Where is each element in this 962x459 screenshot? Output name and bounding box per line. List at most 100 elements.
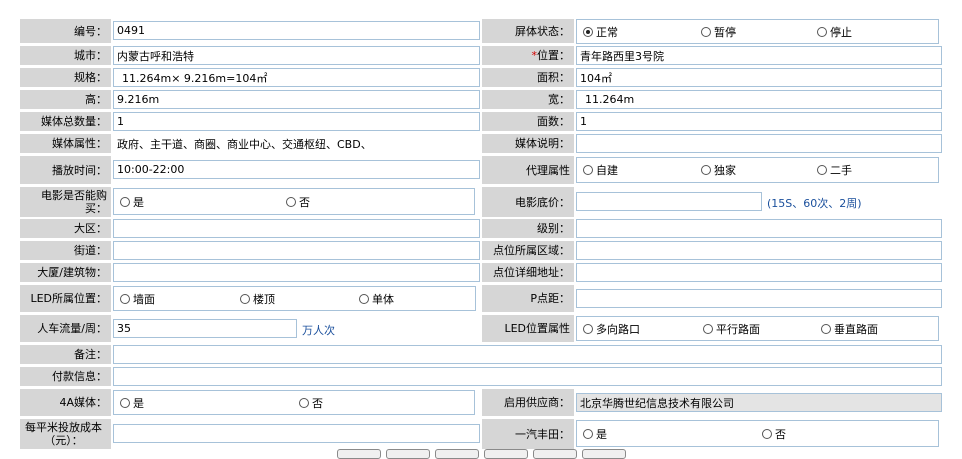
radio-circle-icon [583, 428, 593, 439]
agency-exclusive-radio[interactable]: 独家 [701, 162, 736, 178]
row-height: 高： 9.216m 宽： 11.264m [0, 90, 962, 109]
width-label: 宽： [482, 90, 574, 109]
led-attr-vertical-radio[interactable]: 垂直路面 [821, 321, 878, 337]
traffic-unit: 万人次 [302, 324, 335, 337]
faw-toyota-yes-radio[interactable]: 是 [583, 426, 607, 442]
row-payment: 付款信息： [0, 367, 962, 386]
led-wall-radio[interactable]: 墙面 [120, 291, 155, 307]
status-stopped-radio[interactable]: 停止 [817, 24, 852, 40]
radio-label: 单体 [372, 292, 394, 306]
faw-toyota-label: 一汽丰田： [482, 419, 574, 449]
screen-status-label: 屏体状态： [482, 19, 574, 43]
led-attr-group: 多向路口 平行路面 垂直路面 [576, 316, 939, 341]
led-position-group: 墙面 楼顶 单体 [113, 286, 476, 311]
radio-label: 是 [133, 195, 144, 209]
radio-circle-icon [120, 293, 130, 304]
city-label: 城市： [20, 46, 111, 65]
bottom-button-6[interactable] [582, 449, 626, 459]
media-4a-group: 是 否 [113, 390, 475, 415]
bottom-button-1[interactable] [337, 449, 381, 459]
radio-label: 否 [312, 396, 323, 410]
row-cost: 每平米投放成本（元）： 一汽丰田： 是 否 [0, 419, 962, 449]
led-attr-multi-radio[interactable]: 多向路口 [583, 321, 640, 337]
row-media-count: 媒体总数量： 1 面数： 1 [0, 112, 962, 131]
movie-price-label: 电影底价： [482, 187, 574, 217]
faw-toyota-group: 是 否 [576, 420, 939, 447]
movie-buy-group: 是 否 [113, 188, 475, 215]
radio-circle-icon [299, 397, 309, 408]
radio-label: 墙面 [133, 292, 155, 306]
media-count-label: 媒体总数量： [20, 112, 111, 131]
address-input[interactable] [576, 263, 942, 282]
building-label: 大厦/建筑物： [20, 263, 111, 282]
height-input[interactable]: 9.216m [113, 90, 480, 109]
row-movie: 电影是否能购买： 是 否 电影底价： (15S、60次、2周) [0, 187, 962, 217]
remark-input[interactable] [113, 345, 942, 364]
led-attr-parallel-radio[interactable]: 平行路面 [703, 321, 760, 337]
street-input[interactable] [113, 241, 480, 260]
led-standalone-radio[interactable]: 单体 [359, 291, 394, 307]
location-label: * 位置： [482, 46, 574, 65]
spec-input[interactable]: 11.264m× 9.216m=104㎡ [113, 68, 480, 87]
movie-buy-yes-radio[interactable]: 是 [120, 194, 144, 210]
media-count-input[interactable]: 1 [113, 112, 480, 131]
media-4a-yes-radio[interactable]: 是 [120, 395, 144, 411]
radio-label: 是 [596, 427, 607, 441]
radio-circle-icon [762, 428, 772, 439]
faces-label: 面数： [482, 112, 574, 131]
movie-price-hint: (15S、60次、2周) [767, 197, 862, 210]
cost-input[interactable] [113, 424, 480, 443]
region-input[interactable] [113, 219, 480, 238]
bottom-button-4[interactable] [484, 449, 528, 459]
street-label: 街道： [20, 241, 111, 260]
building-input[interactable] [113, 263, 480, 282]
payment-input[interactable] [113, 367, 942, 386]
supplier-label: 启用供应商： [482, 389, 574, 416]
id-input[interactable]: 0491 [113, 21, 480, 40]
faw-toyota-no-radio[interactable]: 否 [762, 426, 786, 442]
location-input[interactable]: 青年路西里3号院 [576, 46, 942, 65]
agency-self-radio[interactable]: 自建 [583, 162, 618, 178]
pixel-pitch-input[interactable] [576, 289, 942, 308]
row-4a: 4A媒体： 是 否 启用供应商： 北京华腾世纪信息技术有限公司 [0, 389, 962, 416]
traffic-input[interactable]: 35 [113, 319, 297, 338]
point-area-input[interactable] [576, 241, 942, 260]
faces-input[interactable]: 1 [576, 112, 942, 131]
level-label: 级别： [482, 219, 574, 238]
led-attr-label: LED位置属性 [482, 315, 574, 342]
movie-buy-no-radio[interactable]: 否 [286, 194, 310, 210]
bottom-button-3[interactable] [435, 449, 479, 459]
bottom-button-2[interactable] [386, 449, 430, 459]
agency-secondhand-radio[interactable]: 二手 [817, 162, 852, 178]
radio-label: 楼顶 [253, 292, 275, 306]
led-roof-radio[interactable]: 楼顶 [240, 291, 275, 307]
movie-buy-label: 电影是否能购买： [20, 187, 111, 217]
play-time-label: 播放时间： [20, 156, 111, 184]
led-position-label: LED所属位置： [20, 285, 111, 312]
status-normal-radio[interactable]: 正常 [583, 24, 618, 40]
level-input[interactable] [576, 219, 942, 238]
agency-label: 代理属性 [482, 156, 574, 184]
media-desc-input[interactable] [576, 134, 942, 153]
supplier-value: 北京华腾世纪信息技术有限公司 [576, 393, 942, 412]
radio-label: 停止 [830, 25, 852, 39]
location-label-text: 位置： [537, 49, 570, 62]
radio-label: 垂直路面 [834, 322, 878, 336]
radio-circle-icon [120, 196, 130, 207]
play-time-input[interactable]: 10:00-22:00 [113, 160, 480, 179]
row-building: 大厦/建筑物： 点位详细地址： [0, 263, 962, 282]
row-city: 城市： 内蒙古呼和浩特 * 位置： 青年路西里3号院 [0, 46, 962, 65]
city-input[interactable]: 内蒙古呼和浩特 [113, 46, 480, 65]
screen-status-group: 正常 暂停 停止 [576, 19, 939, 44]
width-input[interactable]: 11.264m [576, 90, 942, 109]
media-4a-no-radio[interactable]: 否 [299, 395, 323, 411]
radio-label: 二手 [830, 164, 852, 177]
screen-status-label-text: 屏体状态： [515, 24, 570, 38]
radio-circle-icon [359, 293, 369, 304]
area-input[interactable]: 104㎡ [576, 68, 942, 87]
payment-label: 付款信息： [20, 367, 111, 386]
bottom-button-5[interactable] [533, 449, 577, 459]
movie-price-input[interactable] [576, 192, 762, 211]
status-paused-radio[interactable]: 暂停 [701, 24, 736, 40]
radio-label: 多向路口 [596, 322, 640, 336]
